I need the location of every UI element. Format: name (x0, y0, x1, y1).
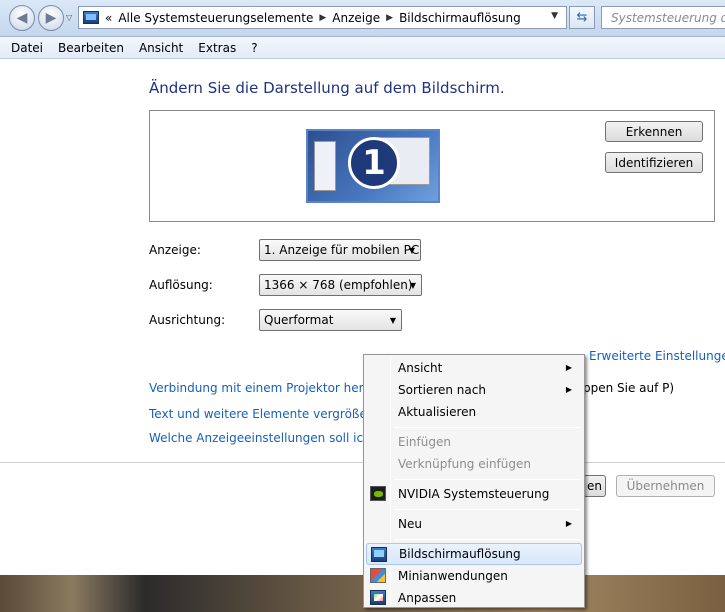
menu-item-label: Einfügen (398, 435, 451, 449)
arrow-right-icon: ▶ (45, 10, 57, 26)
menu-separator (394, 539, 580, 540)
menu-item-gadgets[interactable]: Minianwendungen (366, 565, 582, 587)
breadcrumb-item-screen-resolution[interactable]: Bildschirmauflösung (399, 11, 521, 25)
monitor-1-preview[interactable]: 1 (306, 129, 440, 203)
menu-item-label: Ansicht (398, 361, 443, 375)
menu-item-label: Minianwendungen (398, 569, 508, 583)
address-field[interactable]: « Alle Systemsteuerungselemente ▶ Anzeig… (78, 6, 567, 29)
resolution-select-value: 1366 × 768 (empfohlen) (264, 278, 413, 292)
nvidia-icon (370, 486, 386, 501)
menu-item-paste: Einfügen (366, 431, 582, 453)
control-panel-icon (83, 11, 99, 24)
menu-item-label: NVIDIA Systemsteuerung (398, 487, 550, 501)
breadcrumb-item-all-items[interactable]: Alle Systemsteuerungselemente (118, 11, 313, 25)
projector-hint-text: ppen Sie auf P) (583, 381, 675, 395)
apply-button[interactable]: Übernehmen (616, 475, 715, 497)
orientation-select[interactable]: Querformat ▼ (259, 309, 402, 331)
breadcrumb-separator-icon[interactable]: ▶ (386, 13, 393, 23)
refresh-icon: ⇆ (576, 10, 588, 25)
advanced-settings-link[interactable]: Erweiterte Einstellungen (589, 349, 725, 363)
personalize-icon (370, 590, 386, 605)
recent-pages-dropdown[interactable]: ▽ (66, 13, 72, 22)
address-bar-area: ◀ ▶ ▽ « Alle Systemsteuerungselemente ▶ … (0, 0, 725, 37)
desktop-context-menu: Ansicht ▶ Sortieren nach ▶ Aktualisieren… (363, 354, 585, 608)
search-placeholder: Systemsteuerung durchsuchen (611, 10, 725, 25)
menu-item-label: Verknüpfung einfügen (398, 457, 531, 471)
preview-window-left (314, 141, 336, 191)
submenu-arrow-icon: ▶ (565, 385, 572, 394)
menu-tools[interactable]: Extras (198, 41, 236, 55)
display-label: Anzeige: (149, 243, 201, 257)
arrow-left-icon: ◀ (16, 10, 28, 26)
chevron-down-icon: ▼ (408, 246, 415, 255)
forward-button[interactable]: ▶ (38, 5, 64, 31)
menu-separator (394, 509, 580, 510)
submenu-arrow-icon: ▶ (565, 519, 572, 528)
breadcrumb-item-display[interactable]: Anzeige (332, 11, 380, 25)
search-input[interactable]: Systemsteuerung durchsuchen (601, 6, 725, 29)
page-title: Ändern Sie die Darstellung auf dem Bilds… (149, 79, 505, 97)
menu-file[interactable]: Datei (11, 41, 43, 55)
menu-edit[interactable]: Bearbeiten (58, 41, 124, 55)
menu-help[interactable]: ? (251, 41, 257, 55)
menu-item-sort-by[interactable]: Sortieren nach ▶ (366, 379, 582, 401)
breadcrumb-prefix[interactable]: « (105, 11, 112, 25)
menu-item-label: Sortieren nach (398, 383, 486, 397)
menu-item-screen-resolution[interactable]: Bildschirmauflösung (366, 543, 582, 565)
menu-item-refresh[interactable]: Aktualisieren (366, 401, 582, 423)
menu-item-label: Aktualisieren (398, 405, 477, 419)
monitor-number-badge: 1 (348, 137, 400, 189)
detect-button[interactable]: Erkennen (605, 121, 703, 142)
chevron-down-icon: ▽ (66, 13, 73, 22)
back-button[interactable]: ◀ (9, 5, 35, 31)
menu-bar: Datei Bearbeiten Ansicht Extras ? (0, 37, 725, 59)
orientation-label: Ausrichtung: (149, 313, 226, 327)
menu-item-nvidia[interactable]: NVIDIA Systemsteuerung (366, 483, 582, 505)
menu-separator (394, 479, 580, 480)
monitor-preview-panel: 1 Erkennen Identifizieren (149, 110, 715, 222)
menu-item-view[interactable]: Ansicht ▶ (366, 357, 582, 379)
menu-view[interactable]: Ansicht (139, 41, 183, 55)
display-select-value: 1. Anzeige für mobilen PC (264, 243, 420, 257)
menu-item-personalize[interactable]: Anpassen (366, 587, 582, 609)
menu-item-paste-shortcut: Verknüpfung einfügen (366, 453, 582, 475)
address-history-dropdown-icon[interactable]: ▼ (551, 11, 558, 21)
menu-item-label: Anpassen (398, 591, 457, 605)
breadcrumb-separator-icon[interactable]: ▶ (319, 13, 326, 23)
submenu-arrow-icon: ▶ (565, 363, 572, 372)
chevron-down-icon: ▼ (389, 316, 396, 325)
menu-separator (394, 427, 580, 428)
resolution-select[interactable]: 1366 × 768 (empfohlen) ▼ (259, 274, 422, 296)
menu-item-new[interactable]: Neu ▶ (366, 513, 582, 535)
menu-item-label: Bildschirmauflösung (399, 547, 521, 561)
chevron-down-icon: ▼ (409, 281, 416, 290)
display-select[interactable]: 1. Anzeige für mobilen PC ▼ (259, 239, 421, 261)
monitor-icon (371, 547, 387, 562)
menu-item-label: Neu (398, 517, 422, 531)
ok-button[interactable]: en (583, 475, 606, 497)
identify-button[interactable]: Identifizieren (605, 152, 703, 173)
resolution-label: Auflösung: (149, 278, 213, 292)
orientation-select-value: Querformat (264, 313, 334, 327)
gadgets-icon (370, 568, 386, 583)
refresh-button[interactable]: ⇆ (569, 6, 595, 29)
